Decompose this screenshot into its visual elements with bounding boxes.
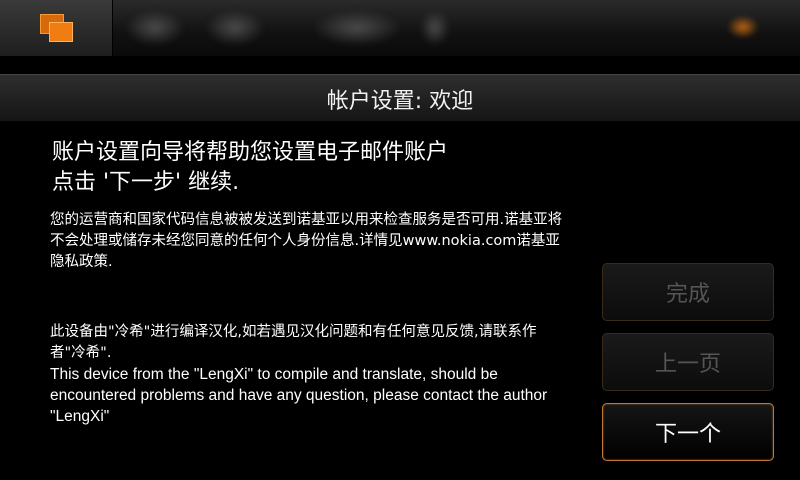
credit-text: 此设备由"冷希"进行编译汉化,如若遇见汉化问题和有任何意见反馈,请联系作者"冷希… [50, 322, 570, 427]
next-button[interactable]: 下一个 [602, 403, 774, 461]
status-indicator-icon[interactable] [728, 16, 758, 38]
credit-english: This device from the "LengXi" to compile… [50, 366, 548, 425]
status-blur-area [420, 10, 450, 46]
status-blur-area [205, 10, 265, 46]
page-title: 帐户设置: 欢迎 [326, 89, 474, 114]
status-blur-area [312, 10, 402, 46]
previous-button[interactable]: 上一页 [602, 333, 774, 391]
task-switcher-button[interactable] [0, 0, 113, 56]
task-switcher-icon [40, 14, 74, 42]
status-bar [0, 0, 800, 56]
credit-chinese: 此设备由"冷希"进行编译汉化,如若遇见汉化问题和有任何意见反馈,请联系作者"冷希… [50, 324, 537, 361]
title-bar: 帐户设置: 欢迎 [0, 74, 800, 122]
heading-line-1: 账户设置向导将帮助您设置电子邮件账户 [52, 140, 449, 165]
wizard-heading: 账户设置向导将帮助您设置电子邮件账户 点击 '下一步' 继续. [52, 138, 592, 198]
heading-line-2: 点击 '下一步' 继续. [52, 170, 240, 195]
status-blur-area [125, 10, 185, 46]
screen: 帐户设置: 欢迎 账户设置向导将帮助您设置电子邮件账户 点击 '下一步' 继续.… [0, 0, 800, 480]
privacy-info-text: 您的运营商和国家代码信息被被发送到诺基亚以用来检查服务是否可用.诺基亚将不会处理… [50, 212, 563, 270]
finish-button[interactable]: 完成 [602, 263, 774, 321]
